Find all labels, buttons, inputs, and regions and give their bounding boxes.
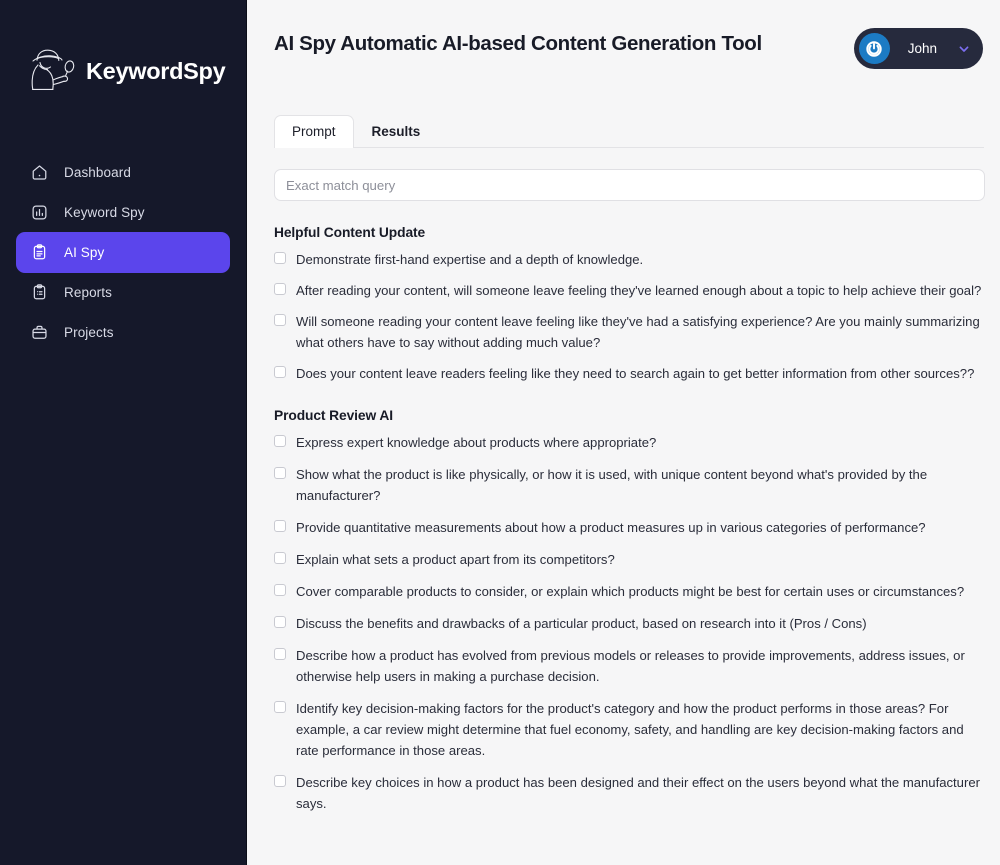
section-helpful-content-update: Helpful Content Update Demonstrate first… [274,225,984,384]
checkbox[interactable] [274,366,286,378]
checkbox[interactable] [274,435,286,447]
checkbox[interactable] [274,775,286,787]
checklist-item[interactable]: Provide quantitative measurements about … [274,517,984,538]
brand-name: KeywordSpy [86,57,226,84]
page-title: AI Spy Automatic AI-based Content Genera… [274,32,762,55]
sidebar: KeywordSpy Dashboard Keyword Spy AI Spy … [0,0,247,865]
checklist-item-label: Explain what sets a product apart from i… [296,552,615,567]
checkbox[interactable] [274,648,286,660]
checklist-item[interactable]: Cover comparable products to consider, o… [274,581,984,602]
sidebar-item-reports[interactable]: Reports [16,272,230,313]
detective-spy-logo-icon [26,43,82,99]
user-name: John [907,41,937,56]
chevron-down-icon[interactable] [958,43,970,55]
section-title: Helpful Content Update [274,225,426,240]
clipboard-list-icon [30,283,49,302]
checklist-item-label: Discuss the benefits and drawbacks of a … [296,616,867,631]
sidebar-nav: Dashboard Keyword Spy AI Spy Reports Pro… [0,152,246,352]
checkbox[interactable] [274,552,286,564]
user-menu-button[interactable]: John [853,28,983,69]
sidebar-item-ai-spy[interactable]: AI Spy [16,231,230,273]
sidebar-item-label: Reports [64,284,112,300]
home-icon [30,163,49,182]
brand-logo[interactable]: KeywordSpy [0,0,246,120]
checklist-item[interactable]: Explain what sets a product apart from i… [274,549,984,570]
section-title: Product Review AI [274,408,393,423]
checklist-item-label: Describe how a product has evolved from … [296,648,965,684]
checklist-item[interactable]: Describe how a product has evolved from … [274,645,984,687]
checkbox[interactable] [274,701,286,713]
checkbox[interactable] [274,584,286,596]
checklist-item-label: Provide quantitative measurements about … [296,520,926,535]
search-input[interactable] [274,169,985,201]
sidebar-item-label: Projects [64,324,114,340]
checklist-item-label: Demonstrate first-hand expertise and a d… [296,252,644,267]
checklist-item-label: Identify key decision-making factors for… [296,701,964,758]
sidebar-item-label: AI Spy [64,244,105,260]
sidebar-item-keyword-spy[interactable]: Keyword Spy [16,192,230,233]
checklist-item[interactable]: Discuss the benefits and drawbacks of a … [274,613,984,634]
briefcase-icon [30,323,49,342]
checklist-item[interactable]: Express expert knowledge about products … [274,432,984,453]
checklist-item-label: Express expert knowledge about products … [296,435,657,450]
checklist-item[interactable]: After reading your content, will someone… [274,280,984,301]
checklist-item-label: Cover comparable products to consider, o… [296,584,965,599]
checklist-item-label: Show what the product is like physically… [296,467,928,503]
checkbox[interactable] [274,520,286,532]
bar-chart-icon [30,203,49,222]
checklist-item-label: Will someone reading your content leave … [296,314,980,350]
checkbox[interactable] [274,283,286,295]
checklist-item[interactable]: Describe key choices in how a product ha… [274,772,984,814]
sidebar-item-dashboard[interactable]: Dashboard [16,152,230,193]
checklist-item[interactable]: Show what the product is like physically… [274,464,984,506]
checklist-content: Helpful Content Update Demonstrate first… [247,225,1000,814]
checkbox[interactable] [274,467,286,479]
clipboard-icon [30,243,49,262]
checklist-item[interactable]: Will someone reading your content leave … [274,311,984,353]
checklist-item-label: Does your content leave readers feeling … [296,366,975,381]
checkbox[interactable] [274,252,286,264]
main-content: AI Spy Automatic AI-based Content Genera… [247,0,1000,865]
checklist-item[interactable]: Demonstrate first-hand expertise and a d… [274,249,984,270]
tab-bar: Prompt Results [274,115,984,148]
sidebar-item-label: Dashboard [64,164,131,180]
checklist-item-label: Describe key choices in how a product ha… [296,775,980,811]
checkbox[interactable] [274,616,286,628]
tab-prompt[interactable]: Prompt [274,115,354,148]
sidebar-item-label: Keyword Spy [64,204,145,220]
checklist-item[interactable]: Identify key decision-making factors for… [274,698,984,761]
checklist-item-label: After reading your content, will someone… [296,283,982,298]
checkbox[interactable] [274,314,286,326]
section-product-review-ai: Product Review AI Express expert knowled… [274,408,984,814]
checklist-item[interactable]: Does your content leave readers feeling … [274,363,984,384]
power-badge-avatar-icon [858,33,890,64]
tab-results[interactable]: Results [354,115,439,148]
sidebar-item-projects[interactable]: Projects [16,312,230,353]
top-bar: AI Spy Automatic AI-based Content Genera… [247,0,1000,69]
